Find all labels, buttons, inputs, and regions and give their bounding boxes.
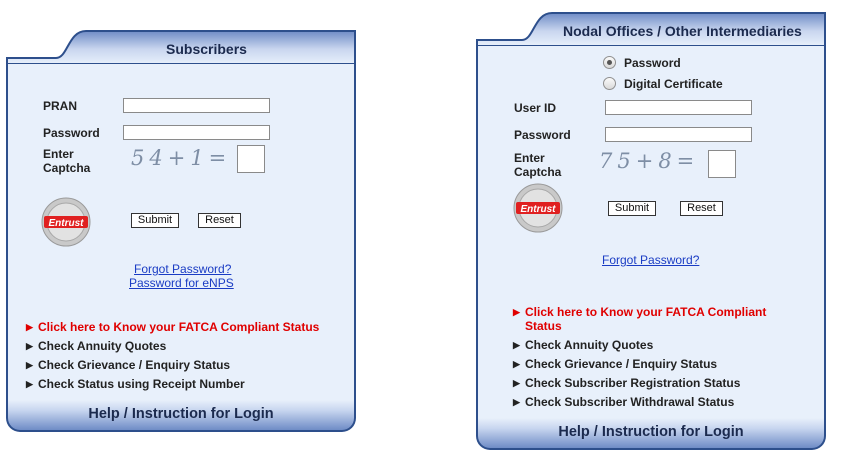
arrow-right-icon: ▶ [513, 307, 520, 317]
subscribers-body: PRAN Password Enter Captcha 54+1= Entrus… [6, 64, 356, 402]
submit-button[interactable]: Submit [131, 213, 179, 228]
nodal-forgot-password-link[interactable]: Forgot Password? [602, 253, 699, 267]
menu-item-grievance[interactable]: ▶ Check Grievance / Enquiry Status [513, 355, 778, 374]
arrow-right-icon: ▶ [26, 341, 33, 351]
forgot-password-link[interactable]: Forgot Password? [134, 262, 231, 276]
captcha-label-line2: Captcha [43, 161, 91, 175]
captcha-image: 54+1= [131, 146, 232, 170]
nodal-title: Nodal Offices / Other Intermediaries [563, 23, 802, 39]
arrow-right-icon: ▶ [513, 340, 520, 350]
reset-button[interactable]: Reset [198, 213, 241, 228]
menu-item-annuity[interactable]: ▶ Check Annuity Quotes [26, 337, 319, 356]
menu-item-fatca[interactable]: ▶ Click here to Know your FATCA Compliant… [26, 318, 319, 337]
nodal-reset-button[interactable]: Reset [680, 201, 723, 216]
enps-password-link[interactable]: Password for eNPS [129, 276, 234, 290]
seal-text: Entrust [521, 204, 557, 215]
nodal-captcha-image: 75+8= [599, 149, 700, 173]
nodal-panel: Nodal Offices / Other Intermediaries Pas… [476, 12, 826, 450]
subscribers-menu: ▶ Click here to Know your FATCA Compliant… [26, 318, 319, 394]
radio-unselected-icon [603, 77, 616, 90]
menu-item-receipt[interactable]: ▶ Check Status using Receipt Number [26, 375, 319, 394]
menu-item-annuity[interactable]: ▶ Check Annuity Quotes [513, 336, 778, 355]
subscribers-title: Subscribers [166, 41, 247, 57]
nodal-submit-button[interactable]: Submit [608, 201, 656, 216]
menu-item-registration[interactable]: ▶ Check Subscriber Registration Status [513, 374, 778, 393]
arrow-right-icon: ▶ [513, 397, 520, 407]
nodal-password-label: Password [514, 128, 571, 142]
subscribers-panel: Subscribers PRAN Password Enter Captcha … [6, 30, 356, 432]
password-label: Password [43, 126, 100, 140]
captcha-label: Enter Captcha [43, 147, 90, 175]
arrow-right-icon: ▶ [26, 322, 33, 332]
nodal-help-login-button[interactable]: Help / Instruction for Login [476, 418, 826, 450]
nodal-body: Password Digital Certificate User ID Pas… [476, 46, 826, 422]
captcha-label-line2: Captcha [514, 165, 562, 179]
nodal-captcha-input[interactable] [708, 150, 736, 178]
pran-input[interactable] [123, 98, 270, 113]
nodal-menu: ▶ Click here to Know your FATCA Compliant… [513, 303, 778, 412]
menu-item-withdrawal[interactable]: ▶ Check Subscriber Withdrawal Status [513, 393, 778, 412]
arrow-right-icon: ▶ [26, 360, 33, 370]
menu-item-fatca[interactable]: ▶ Click here to Know your FATCA Compliant… [513, 303, 778, 336]
nodal-captcha-label: Enter Captcha [514, 151, 561, 179]
arrow-right-icon: ▶ [513, 378, 520, 388]
password-input[interactable] [123, 125, 270, 140]
userid-label: User ID [514, 101, 557, 115]
entrust-seal-icon: Entrust [513, 183, 563, 233]
captcha-label-line1: Enter [514, 151, 545, 165]
radio-selected-icon [603, 56, 616, 69]
captcha-input[interactable] [237, 145, 265, 173]
arrow-right-icon: ▶ [513, 359, 520, 369]
auth-radio-certificate[interactable]: Digital Certificate [603, 77, 723, 91]
captcha-label-line1: Enter [43, 147, 74, 161]
nodal-password-input[interactable] [605, 127, 752, 142]
userid-input[interactable] [605, 100, 752, 115]
menu-item-grievance[interactable]: ▶ Check Grievance / Enquiry Status [26, 356, 319, 375]
auth-radio-password[interactable]: Password [603, 56, 681, 70]
help-login-button[interactable]: Help / Instruction for Login [6, 400, 356, 432]
seal-text: Entrust [49, 218, 85, 229]
arrow-right-icon: ▶ [26, 379, 33, 389]
entrust-seal-icon: Entrust [41, 197, 91, 247]
pran-label: PRAN [43, 99, 78, 113]
